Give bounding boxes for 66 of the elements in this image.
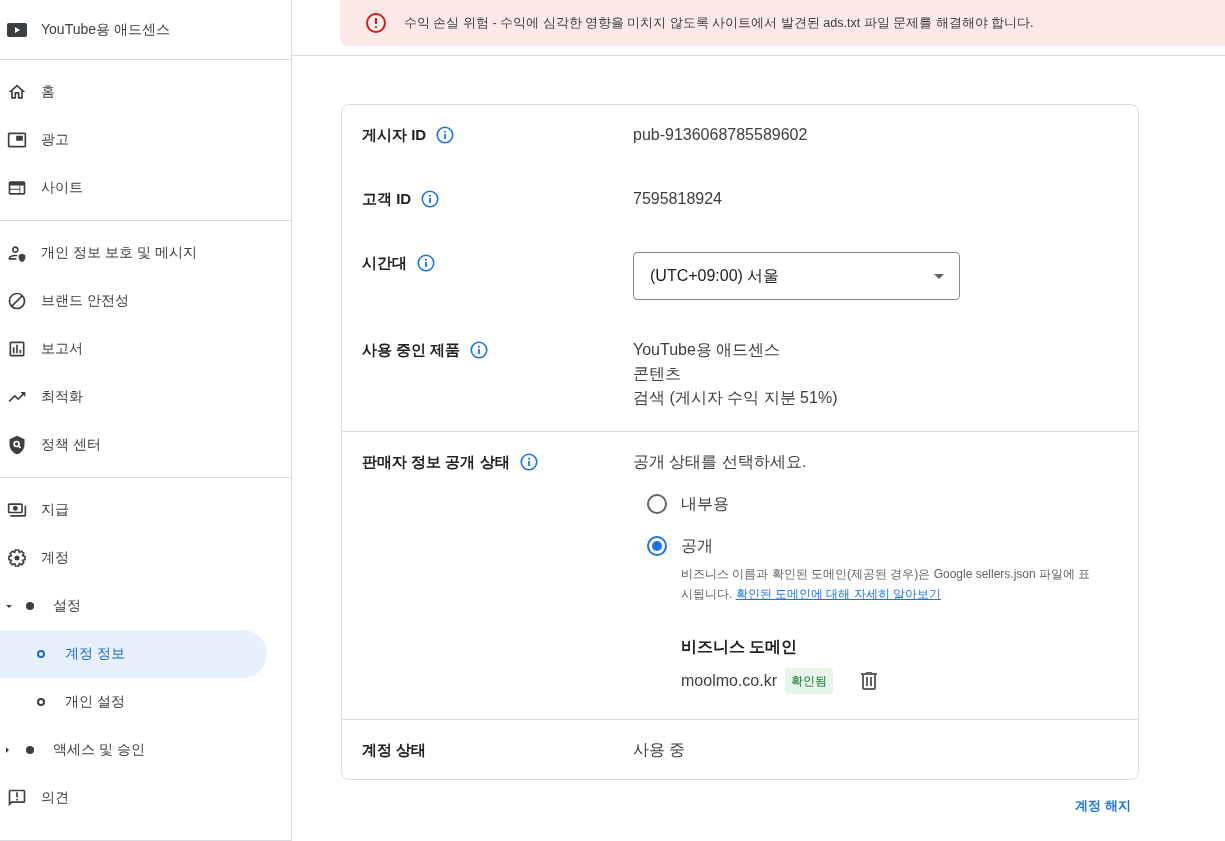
video-play-icon bbox=[7, 22, 27, 37]
nav-item[interactable]: 개인 설정 bbox=[0, 678, 267, 726]
field-label: 시간대 bbox=[362, 253, 407, 273]
nav-item[interactable]: 홈 bbox=[0, 68, 267, 116]
layout-icon bbox=[7, 178, 27, 198]
caret-right-icon[interactable] bbox=[6, 747, 9, 753]
nav-item[interactable]: 설정 bbox=[0, 582, 267, 630]
field-label: 사용 중인 제품 bbox=[362, 340, 461, 360]
ring-icon bbox=[37, 698, 45, 706]
nav-item[interactable]: 개인 정보 보호 및 메시지 bbox=[0, 229, 267, 277]
learn-more-link[interactable]: 확인된 도메인에 대해 자세히 알아보기 bbox=[735, 587, 941, 601]
field-value: 사용 중 bbox=[633, 741, 686, 758]
nav-item[interactable]: 지급 bbox=[0, 486, 267, 534]
info-icon[interactable] bbox=[436, 126, 455, 144]
frame-icon bbox=[7, 130, 27, 150]
verification-status: 확인됨 bbox=[785, 668, 834, 694]
product-name: 검색 (게시자 수익 지분 51%) bbox=[633, 388, 839, 408]
nav-item[interactable]: 최적화 bbox=[0, 373, 267, 421]
bullet-icon bbox=[26, 746, 34, 754]
field-label: 게시자 ID bbox=[362, 125, 427, 145]
field-label: 고객 ID bbox=[362, 189, 412, 209]
domain-name: moolmo.co.kr bbox=[681, 671, 778, 691]
nav-item[interactable]: 계정 정보 bbox=[0, 630, 267, 678]
home-icon bbox=[7, 82, 27, 102]
nav-item[interactable]: 액세스 및 승인 bbox=[0, 726, 267, 774]
warning-text: 수익 손실 위험 - 수익에 심각한 영향을 미치지 않도록 사이트에서 발견된 ads.txt 파일 문제를 해결해야 합니다. bbox=[404, 14, 1034, 32]
info-icon[interactable] bbox=[421, 190, 440, 208]
field-value: 공개 상태를 선택하세요. bbox=[633, 452, 808, 472]
field-label: 판매자 정보 공개 상태 bbox=[362, 452, 510, 472]
error-icon bbox=[366, 13, 386, 33]
nav-item[interactable]: 보고서 bbox=[0, 325, 267, 373]
radio-label: 내부용 bbox=[681, 494, 729, 514]
ring-icon bbox=[37, 650, 45, 658]
block-icon bbox=[7, 291, 27, 311]
info-icon[interactable] bbox=[470, 341, 489, 359]
person-shield-icon bbox=[7, 243, 27, 263]
info-icon[interactable] bbox=[417, 254, 435, 272]
nav-item[interactable]: 광고 bbox=[0, 116, 267, 164]
close-account-button[interactable]: 계정 해지 bbox=[1067, 788, 1139, 824]
info-icon[interactable] bbox=[519, 453, 538, 471]
field-value: pub-9136068785589602 bbox=[633, 126, 808, 143]
nav-item[interactable]: 정책 센터 bbox=[0, 421, 267, 469]
shield-search-icon bbox=[7, 435, 27, 455]
banknote-icon bbox=[7, 500, 27, 520]
product-name: 콘텐츠 bbox=[633, 364, 682, 384]
radio-label: 공개 bbox=[681, 536, 713, 556]
radio-button[interactable] bbox=[647, 494, 667, 514]
nav-item[interactable]: 사이트 bbox=[0, 164, 267, 212]
gear-icon bbox=[7, 548, 27, 568]
product-name: YouTube용 애드센스 bbox=[633, 340, 782, 360]
time-zone-select[interactable]: (UTC+09:00) 서울 bbox=[633, 252, 960, 300]
caret-down-icon[interactable] bbox=[6, 604, 12, 608]
field-label: 계정 상태 bbox=[362, 740, 427, 760]
exclamation-bubble-icon bbox=[7, 788, 27, 808]
trash-icon[interactable] bbox=[861, 672, 878, 690]
product-link[interactable]: YouTube용 애드센스 bbox=[0, 0, 291, 60]
nav-item[interactable]: 의견 bbox=[0, 774, 267, 822]
section-heading: 비즈니스 도메인 bbox=[681, 637, 799, 657]
bullet-icon bbox=[26, 602, 34, 610]
caret-down-icon bbox=[934, 273, 944, 279]
nav-item[interactable]: 계정 bbox=[0, 534, 267, 582]
option-description: 비즈니스 이름과 확인된 도메인(제공된 경우)은 Google sellers.json 파일에 표시됩니다. 확인된 도메인에 대해 자세히 알아보기 bbox=[681, 566, 1091, 603]
nav-item[interactable]: 브랜드 안전성 bbox=[0, 277, 267, 325]
radio-button[interactable] bbox=[647, 536, 667, 556]
field-value: 7595818924 bbox=[633, 190, 722, 207]
bar-chart-icon bbox=[7, 339, 27, 359]
